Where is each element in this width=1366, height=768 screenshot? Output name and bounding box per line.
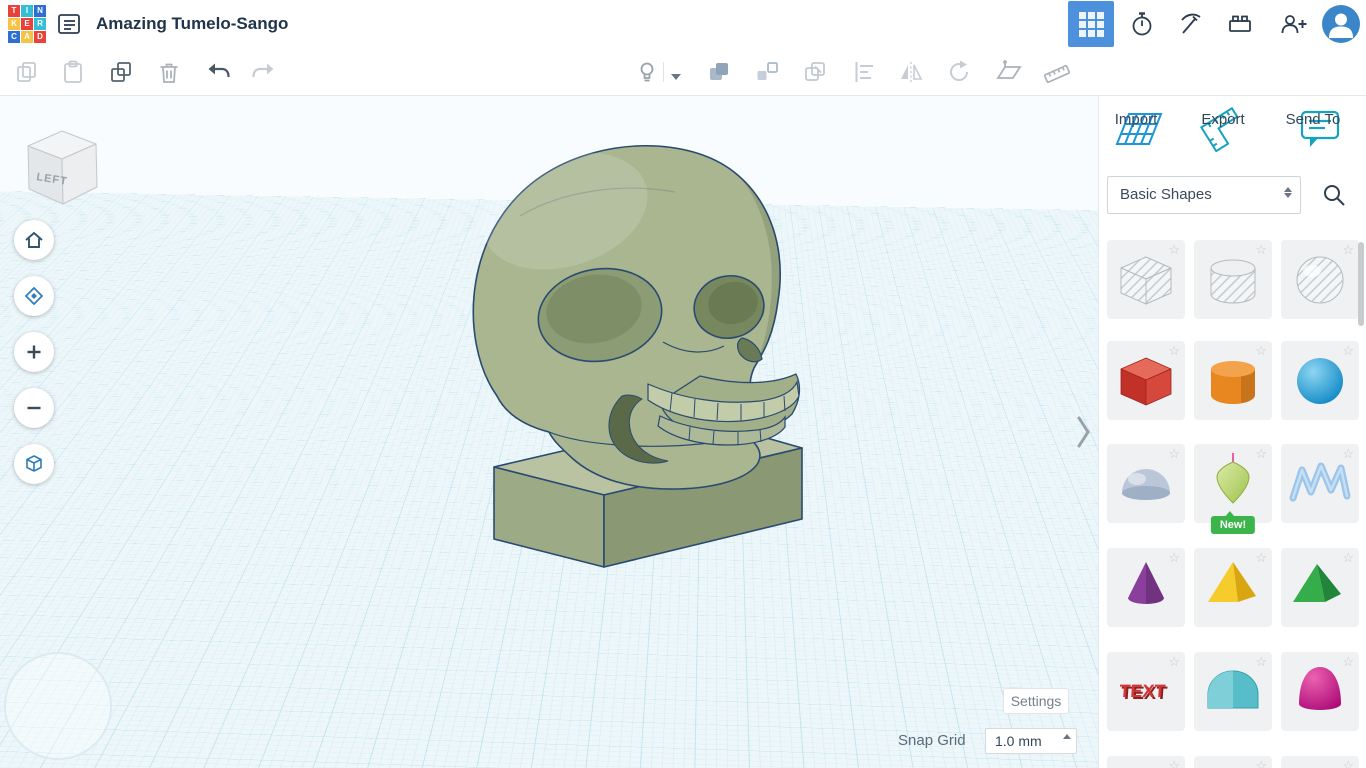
shape-tile-sphere-hole[interactable]: ☆ <box>1281 240 1359 319</box>
pickaxe-icon[interactable] <box>1176 10 1204 43</box>
account-avatar[interactable] <box>1322 5 1360 43</box>
header-bar: T I N K E R C A D Amazing Tumelo-Sango <box>0 0 1366 48</box>
shape-tile-scribble[interactable]: ☆ <box>1281 444 1359 523</box>
shape-tile-cylinder-hole[interactable]: ☆ <box>1194 240 1272 319</box>
favorite-star-icon[interactable]: ☆ <box>1168 758 1180 768</box>
shape-tile[interactable]: ☆ <box>1281 756 1359 768</box>
fit-view-button[interactable] <box>14 276 54 316</box>
import-button[interactable]: Import <box>1104 106 1168 134</box>
shape-tile-half-sphere[interactable]: ☆ <box>1107 444 1185 523</box>
zoom-out-button[interactable] <box>14 388 54 428</box>
shape-tile-sphere[interactable]: ☆ <box>1281 341 1359 420</box>
viewport-3d[interactable]: LEFT <box>0 96 1098 768</box>
logo-letter: R <box>34 18 46 30</box>
main-toolbar: Import Export Send To <box>0 48 1366 96</box>
logo-letter: C <box>8 31 20 43</box>
orbit-ring[interactable] <box>4 652 112 760</box>
collapse-panel-chevron-icon[interactable] <box>1076 414 1092 455</box>
shape-tile[interactable]: ☆ <box>1107 756 1185 768</box>
ungroup-icon[interactable] <box>754 59 780 90</box>
snap-grid-label: Snap Grid <box>898 728 966 754</box>
group-colors-icon[interactable] <box>802 59 828 90</box>
copy-icon[interactable] <box>14 59 40 90</box>
stopwatch-icon[interactable] <box>1128 10 1156 43</box>
logo-letter: E <box>21 18 33 30</box>
ruler-icon[interactable] <box>1044 59 1070 90</box>
lightbulb-caret-icon[interactable] <box>670 68 682 86</box>
toolbar-divider <box>663 62 664 82</box>
shape-tile-text[interactable]: ☆ TEXT TEXT <box>1107 652 1185 731</box>
favorite-star-icon[interactable]: ☆ <box>1342 758 1354 768</box>
shape-tile-round-roof[interactable]: ☆ <box>1194 652 1272 731</box>
shape-tile-cone[interactable]: ☆ <box>1107 548 1185 627</box>
snap-grid-select[interactable]: 1.0 mm <box>985 728 1077 754</box>
favorite-star-icon[interactable]: ☆ <box>1255 758 1267 768</box>
align-icon[interactable] <box>852 59 878 90</box>
shape-tile-paraboloid[interactable]: ☆ <box>1281 652 1359 731</box>
paste-icon[interactable] <box>60 59 86 90</box>
redo-icon[interactable] <box>250 59 276 90</box>
brick-icon[interactable] <box>1226 10 1254 43</box>
shape-category-select[interactable]: Basic Shapes <box>1107 176 1301 214</box>
logo-letter: D <box>34 31 46 43</box>
shapes-panel: Basic Shapes ☆ ☆ <box>1098 96 1366 768</box>
designs-grid-icon[interactable] <box>1068 1 1114 47</box>
panel-scrollbar[interactable] <box>1358 242 1364 326</box>
shape-tile-box-hole[interactable]: ☆ <box>1107 240 1185 319</box>
design-menu-icon[interactable] <box>56 11 82 42</box>
group-icon[interactable] <box>706 59 732 90</box>
shape-tile-top[interactable]: ☆ New! <box>1194 444 1272 523</box>
perspective-toggle-button[interactable] <box>14 444 54 484</box>
home-view-button[interactable] <box>14 220 54 260</box>
snap-grid-caret-icon[interactable] <box>1061 733 1073 740</box>
workplane-icon[interactable] <box>996 59 1022 90</box>
logo-letter: I <box>21 5 33 17</box>
snap-grid-value: 1.0 mm <box>995 729 1042 753</box>
settings-button[interactable]: Settings <box>1003 688 1069 714</box>
send-to-button[interactable]: Send To <box>1276 106 1350 134</box>
shape-tile-tetrahedron[interactable]: ☆ <box>1281 548 1359 627</box>
undo-icon[interactable] <box>206 59 232 90</box>
text-shape-glyph: TEXT <box>1119 681 1166 701</box>
logo-letter: K <box>8 18 20 30</box>
view-cube[interactable]: LEFT <box>16 118 108 212</box>
logo-letter: N <box>34 5 46 17</box>
lightbulb-icon[interactable] <box>634 59 660 90</box>
shape-tile-pyramid[interactable]: ☆ <box>1194 548 1272 627</box>
logo-letter: T <box>8 5 20 17</box>
search-shapes-icon[interactable] <box>1321 182 1349 210</box>
skull-model[interactable] <box>0 96 1098 768</box>
duplicate-icon[interactable] <box>108 59 134 90</box>
flip-icon[interactable] <box>898 59 924 90</box>
logo-letter: A <box>21 31 33 43</box>
shape-tile[interactable]: ☆ <box>1194 756 1272 768</box>
design-title[interactable]: Amazing Tumelo-Sango <box>96 0 288 48</box>
shape-category-value: Basic Shapes <box>1120 177 1212 213</box>
select-caret-icon <box>1282 186 1294 199</box>
zoom-in-button[interactable] <box>14 332 54 372</box>
new-badge: New! <box>1211 516 1255 534</box>
shape-tile-cylinder[interactable]: ☆ <box>1194 341 1272 420</box>
rotate-icon[interactable] <box>946 59 972 90</box>
tinkercad-logo[interactable]: T I N K E R C A D <box>8 5 46 43</box>
delete-icon[interactable] <box>156 59 182 90</box>
add-person-icon[interactable] <box>1278 10 1308 43</box>
shape-tile-box[interactable]: ☆ <box>1107 341 1185 420</box>
tinkercad-app: T I N K E R C A D Amazing Tumelo-Sango <box>0 0 1366 768</box>
export-button[interactable]: Export <box>1192 106 1254 134</box>
